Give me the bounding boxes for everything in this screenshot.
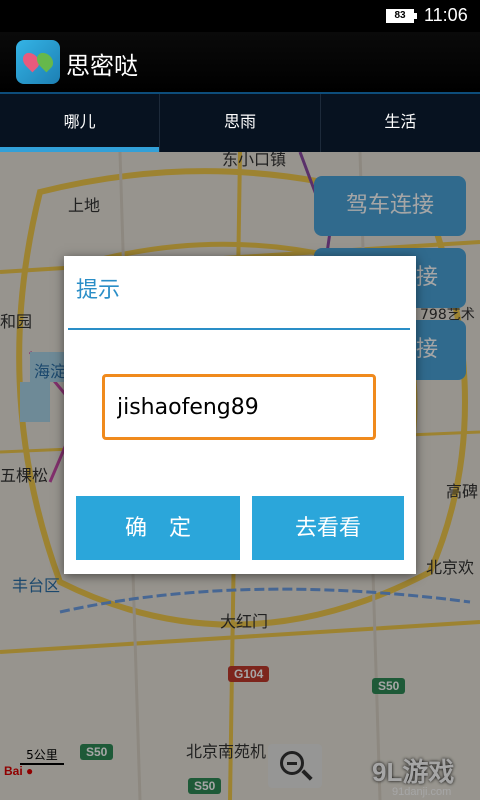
tab-where[interactable]: 哪儿: [0, 94, 161, 152]
battery-icon: 83: [386, 9, 417, 23]
confirm-button[interactable]: 确定: [76, 496, 240, 560]
action-bar: 思密哒: [0, 32, 480, 92]
go-look-button[interactable]: 去看看: [252, 496, 404, 560]
tab-siyu[interactable]: 思雨: [160, 94, 321, 152]
app-map-pin-icon[interactable]: [16, 40, 60, 84]
app-title: 思密哒: [66, 52, 138, 80]
status-bar: 83 11:06: [0, 0, 480, 32]
status-time: 11:06: [424, 5, 468, 25]
dialog-title: 提示: [76, 278, 121, 303]
tab-bar: 哪儿 思雨 生活: [0, 92, 480, 152]
prompt-dialog: 提示 确定 去看看: [64, 256, 416, 574]
tab-life[interactable]: 生活: [321, 94, 480, 152]
pin-green-icon: [33, 49, 57, 73]
dialog-divider: [68, 328, 410, 330]
username-input[interactable]: [102, 374, 376, 440]
